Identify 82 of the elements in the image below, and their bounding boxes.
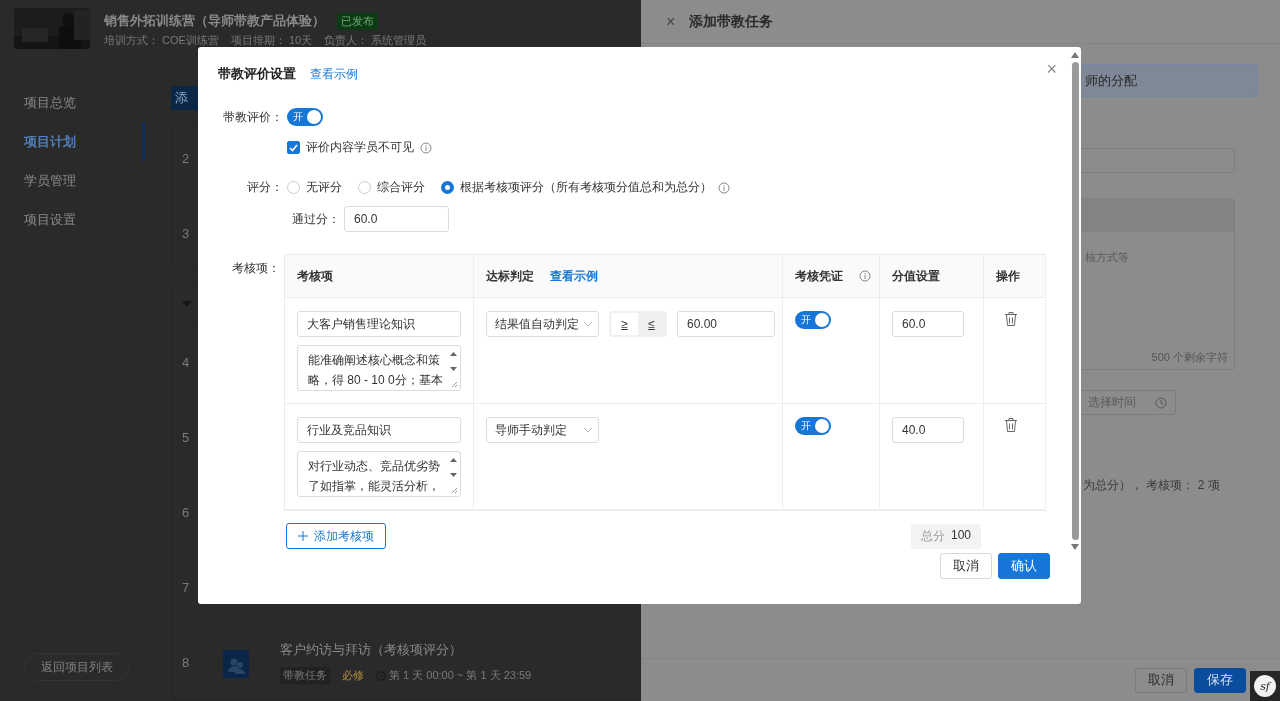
field-label: 考核项： — [231, 260, 280, 277]
chevron-down-icon — [583, 427, 593, 433]
status-badge: 已发布 — [337, 12, 378, 30]
radio-label: 无评分 — [306, 179, 342, 196]
close-button[interactable]: × — [1046, 59, 1057, 80]
input-field[interactable]: 40.0 — [892, 417, 964, 443]
task-title: 客户约访与拜访（考核项评分） — [280, 641, 463, 659]
radio-button[interactable] — [287, 181, 300, 194]
operator-toggle[interactable]: ≥ — [611, 313, 638, 335]
sidebar-item[interactable]: 学员管理 — [0, 161, 145, 200]
row-number: 5 — [182, 430, 191, 445]
confirm-button[interactable]: 保存 — [1194, 667, 1246, 693]
text-area[interactable]: 能准确阐述核心概念和策略，得 80 - 10 0分；基本 — [297, 345, 461, 391]
cancel-button[interactable]: 取消 — [940, 553, 992, 579]
select-field[interactable]: 结果值自动判定 — [486, 311, 599, 337]
delete-icon[interactable] — [1004, 311, 1018, 327]
scroll-down-icon[interactable] — [1071, 544, 1079, 550]
row-number: 4 — [182, 355, 191, 370]
info-icon — [420, 141, 432, 154]
radio-button[interactable] — [441, 181, 454, 194]
select-field[interactable]: 导师手动判定 — [486, 417, 599, 443]
add-button[interactable]: 添 — [171, 86, 199, 110]
checkbox-label: 评价内容学员不可见 — [306, 139, 414, 156]
operator-toggle[interactable]: ≤ — [638, 313, 665, 335]
task-time: 第 1 天 00:00 ~ 第 1 天 23:59 — [389, 668, 532, 683]
example-link[interactable]: 查看示例 — [310, 65, 358, 83]
project-title: 销售外拓训练营（导师带教产品体验） — [104, 12, 325, 30]
column-header: 分值设置 — [892, 267, 940, 285]
row-number: 6 — [182, 505, 191, 520]
info-icon — [859, 270, 871, 282]
input-field[interactable]: 60.0 — [344, 206, 449, 232]
cancel-button[interactable]: 取消 — [1135, 667, 1187, 693]
row-number: 8 — [182, 655, 191, 670]
drawer-title: 添加带教任务 — [689, 12, 774, 31]
debug-badge[interactable]: sf — [1250, 671, 1280, 701]
plus-icon — [298, 531, 308, 541]
scroll-up-icon[interactable] — [1071, 52, 1079, 58]
field-label: 通过分： — [291, 210, 340, 228]
scroll-arrows-icon — [449, 350, 458, 390]
column-header: 考核凭证 — [795, 267, 843, 285]
close-button[interactable]: × — [666, 12, 676, 31]
scroll-arrows-icon — [449, 456, 458, 496]
total-score: 总分 100 — [910, 524, 981, 549]
scrollbar-thumb[interactable] — [1071, 62, 1079, 540]
row-number: 2 — [182, 151, 191, 166]
add-item-button[interactable]: 添加考核项 — [286, 523, 386, 549]
dialog-title: 带教评价设置 — [218, 65, 296, 83]
input-field[interactable]: 60.0 — [892, 311, 964, 337]
info-icon — [718, 181, 730, 194]
delete-icon[interactable] — [1004, 417, 1018, 433]
text-area[interactable]: 对行业动态、竞品优劣势了如指掌，能灵活分析， — [297, 451, 461, 497]
column-header: 操作 — [996, 267, 1020, 285]
input-field[interactable]: 行业及竞品知识 — [297, 417, 461, 443]
checkbox[interactable] — [287, 141, 300, 154]
field-label: 带教评价： — [222, 108, 283, 126]
radio-label: 根据考核项评分（所有考核项分值总和为总分） — [460, 179, 712, 196]
input-field[interactable]: 60.00 — [677, 311, 775, 337]
chevron-down-icon — [583, 321, 593, 327]
project-meta: 培训方式： COE训练营 — [104, 33, 219, 48]
sidebar-item[interactable]: 项目设置 — [0, 200, 145, 239]
people-icon — [223, 647, 249, 678]
clock-icon — [1155, 396, 1167, 409]
task-tag: 带教任务 — [280, 667, 330, 684]
radio-button[interactable] — [358, 181, 371, 194]
toggle-switch[interactable]: 开 — [287, 108, 323, 126]
sidebar-item[interactable]: 项目计划 — [0, 122, 145, 161]
project-meta: 项目排期： 10天 — [230, 33, 313, 48]
column-header: 达标判定 — [486, 267, 534, 285]
input-field[interactable]: 大客户销售理论知识 — [297, 311, 461, 337]
project-meta: 负责人： 系统管理员 — [324, 33, 427, 48]
toggle-switch[interactable]: 开 — [795, 311, 831, 329]
example-link[interactable]: 查看示例 — [550, 267, 598, 285]
sidebar-item[interactable]: 项目总览 — [0, 83, 145, 122]
required-tag: 必修 — [342, 668, 364, 683]
toggle-switch[interactable]: 开 — [795, 417, 831, 435]
column-header: 考核项 — [297, 267, 333, 285]
confirm-button[interactable]: 确认 — [998, 553, 1050, 579]
row-number: 7 — [182, 580, 191, 595]
summary-text: 为总分）， 考核项： 2 项 — [1083, 477, 1221, 494]
field-label: 评分： — [246, 179, 283, 196]
radio-label: 综合评分 — [377, 179, 425, 196]
row-number: 3 — [182, 226, 191, 241]
